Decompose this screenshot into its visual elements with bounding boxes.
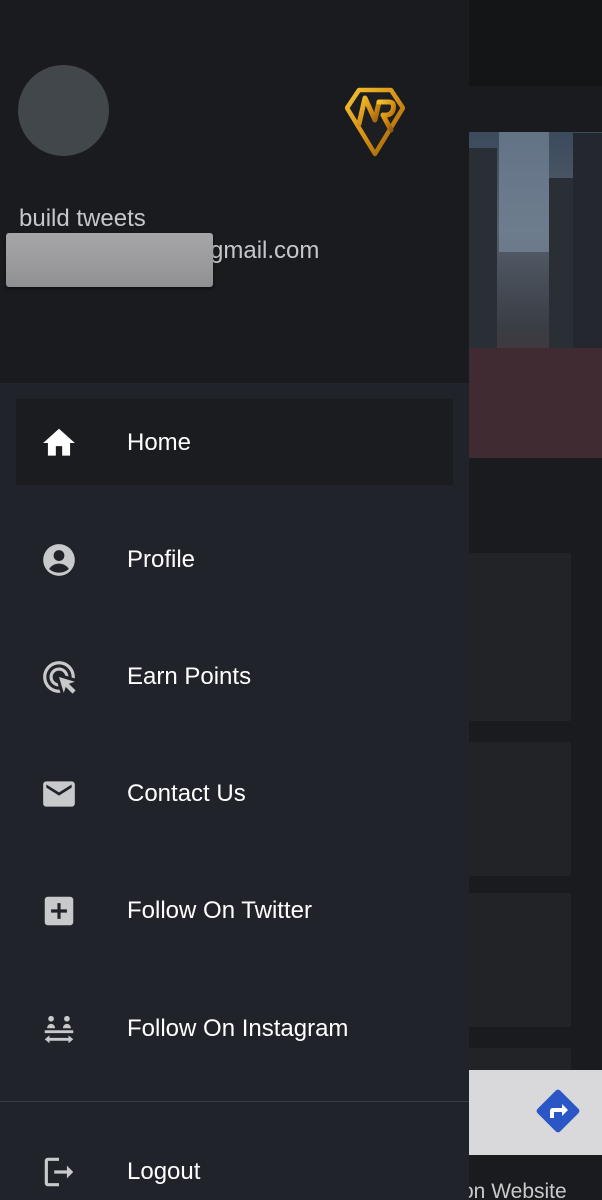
- home-icon: [43, 428, 75, 456]
- background-card: [469, 553, 571, 721]
- menu-item-label: Follow On Twitter: [127, 897, 312, 924]
- drawer-header: build tweets gmail.com: [0, 0, 469, 383]
- redacted-email-overlay: [6, 233, 213, 287]
- directions-icon[interactable]: [532, 1085, 584, 1137]
- background-card: [469, 893, 571, 1027]
- menu-item-profile[interactable]: Profile: [16, 516, 453, 602]
- menu-item-contact-us[interactable]: Contact Us: [16, 750, 453, 836]
- menu-item-logout[interactable]: Logout: [16, 1128, 453, 1200]
- add-box-icon: [44, 896, 74, 926]
- user-name: build tweets: [19, 205, 146, 232]
- background-card: [469, 742, 571, 876]
- menu-item-earn-points[interactable]: Earn Points: [16, 633, 453, 719]
- background-card: [469, 1048, 571, 1070]
- menu-item-label: Contact Us: [127, 780, 246, 807]
- mail-icon: [43, 781, 75, 807]
- menu-item-follow-twitter[interactable]: Follow On Twitter: [16, 867, 453, 953]
- logout-icon: [44, 1157, 74, 1187]
- background-banner-text: on Website: [462, 1180, 567, 1200]
- menu-item-label: Home: [127, 429, 192, 456]
- account-circle-icon: [43, 544, 75, 576]
- background-city-photo: [469, 132, 602, 458]
- people-follow-icon: [44, 1015, 74, 1044]
- menu-item-label: Earn Points: [127, 663, 252, 690]
- menu-item-label: Profile: [127, 546, 196, 573]
- drawer-divider: [0, 1101, 469, 1102]
- user-email: gmail.com: [210, 237, 320, 264]
- menu-item-label: Logout: [127, 1158, 201, 1185]
- diamond-nr-logo: [345, 87, 405, 157]
- menu-item-label: Follow On Instagram: [127, 1015, 349, 1042]
- menu-item-home[interactable]: Home: [16, 399, 453, 485]
- avatar[interactable]: [18, 65, 109, 156]
- ads-click-icon: [43, 661, 76, 694]
- menu-item-follow-instagram[interactable]: Follow On Instagram: [16, 985, 453, 1071]
- navigation-drawer: build tweets gmail.com Home Profile Earn…: [0, 0, 469, 1200]
